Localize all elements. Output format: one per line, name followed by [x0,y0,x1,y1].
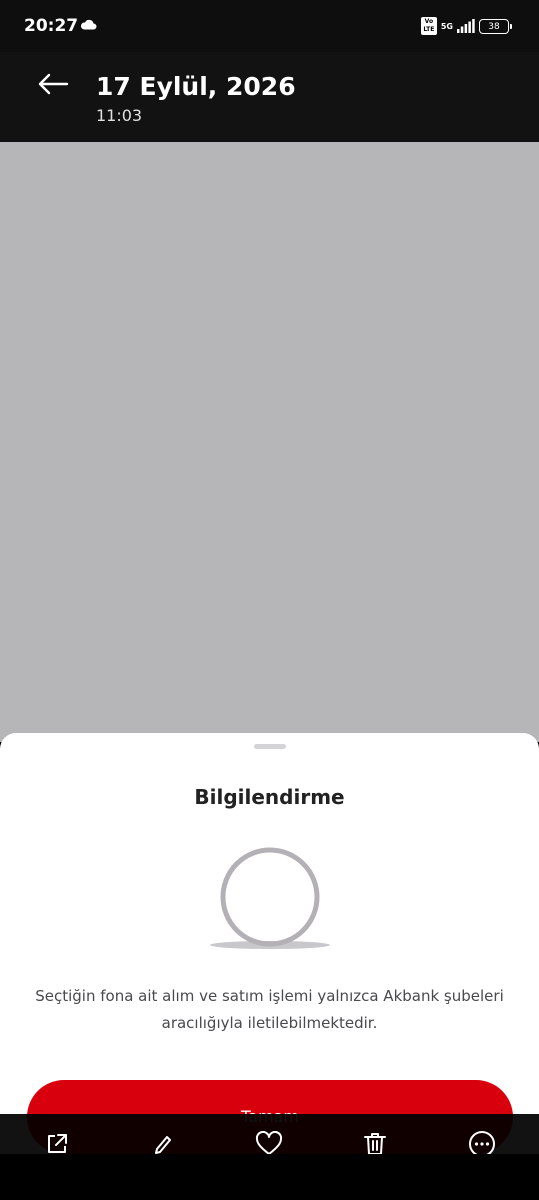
sheet-title: Bilgilendirme [194,785,345,809]
signal-icon [457,19,475,33]
image-placeholder [0,142,539,742]
sheet-message: Seçtiğin fona ait alım ve satım işlemi y… [35,987,504,1032]
volte-badge: Vo LTE [420,17,437,35]
arrow-left-icon[interactable] [36,70,70,98]
page-title: 17 Eylül, 2026 [96,72,296,101]
network-type: 5G [440,21,453,31]
page-subtitle: 11:03 [96,106,143,125]
battery-icon: 38 [479,18,512,34]
header: 17 Eylül, 2026 11:03 [0,52,539,142]
navigation-strip [0,1154,539,1200]
status-bar: 20:27 Vo LTE 5G 38 [0,0,539,52]
drag-handle[interactable] [254,744,286,749]
status-time: 20:27 [24,16,79,36]
ring-illustration [210,847,330,949]
status-indicators: Vo LTE 5G 38 [420,16,512,36]
cloud-icon [80,19,97,30]
